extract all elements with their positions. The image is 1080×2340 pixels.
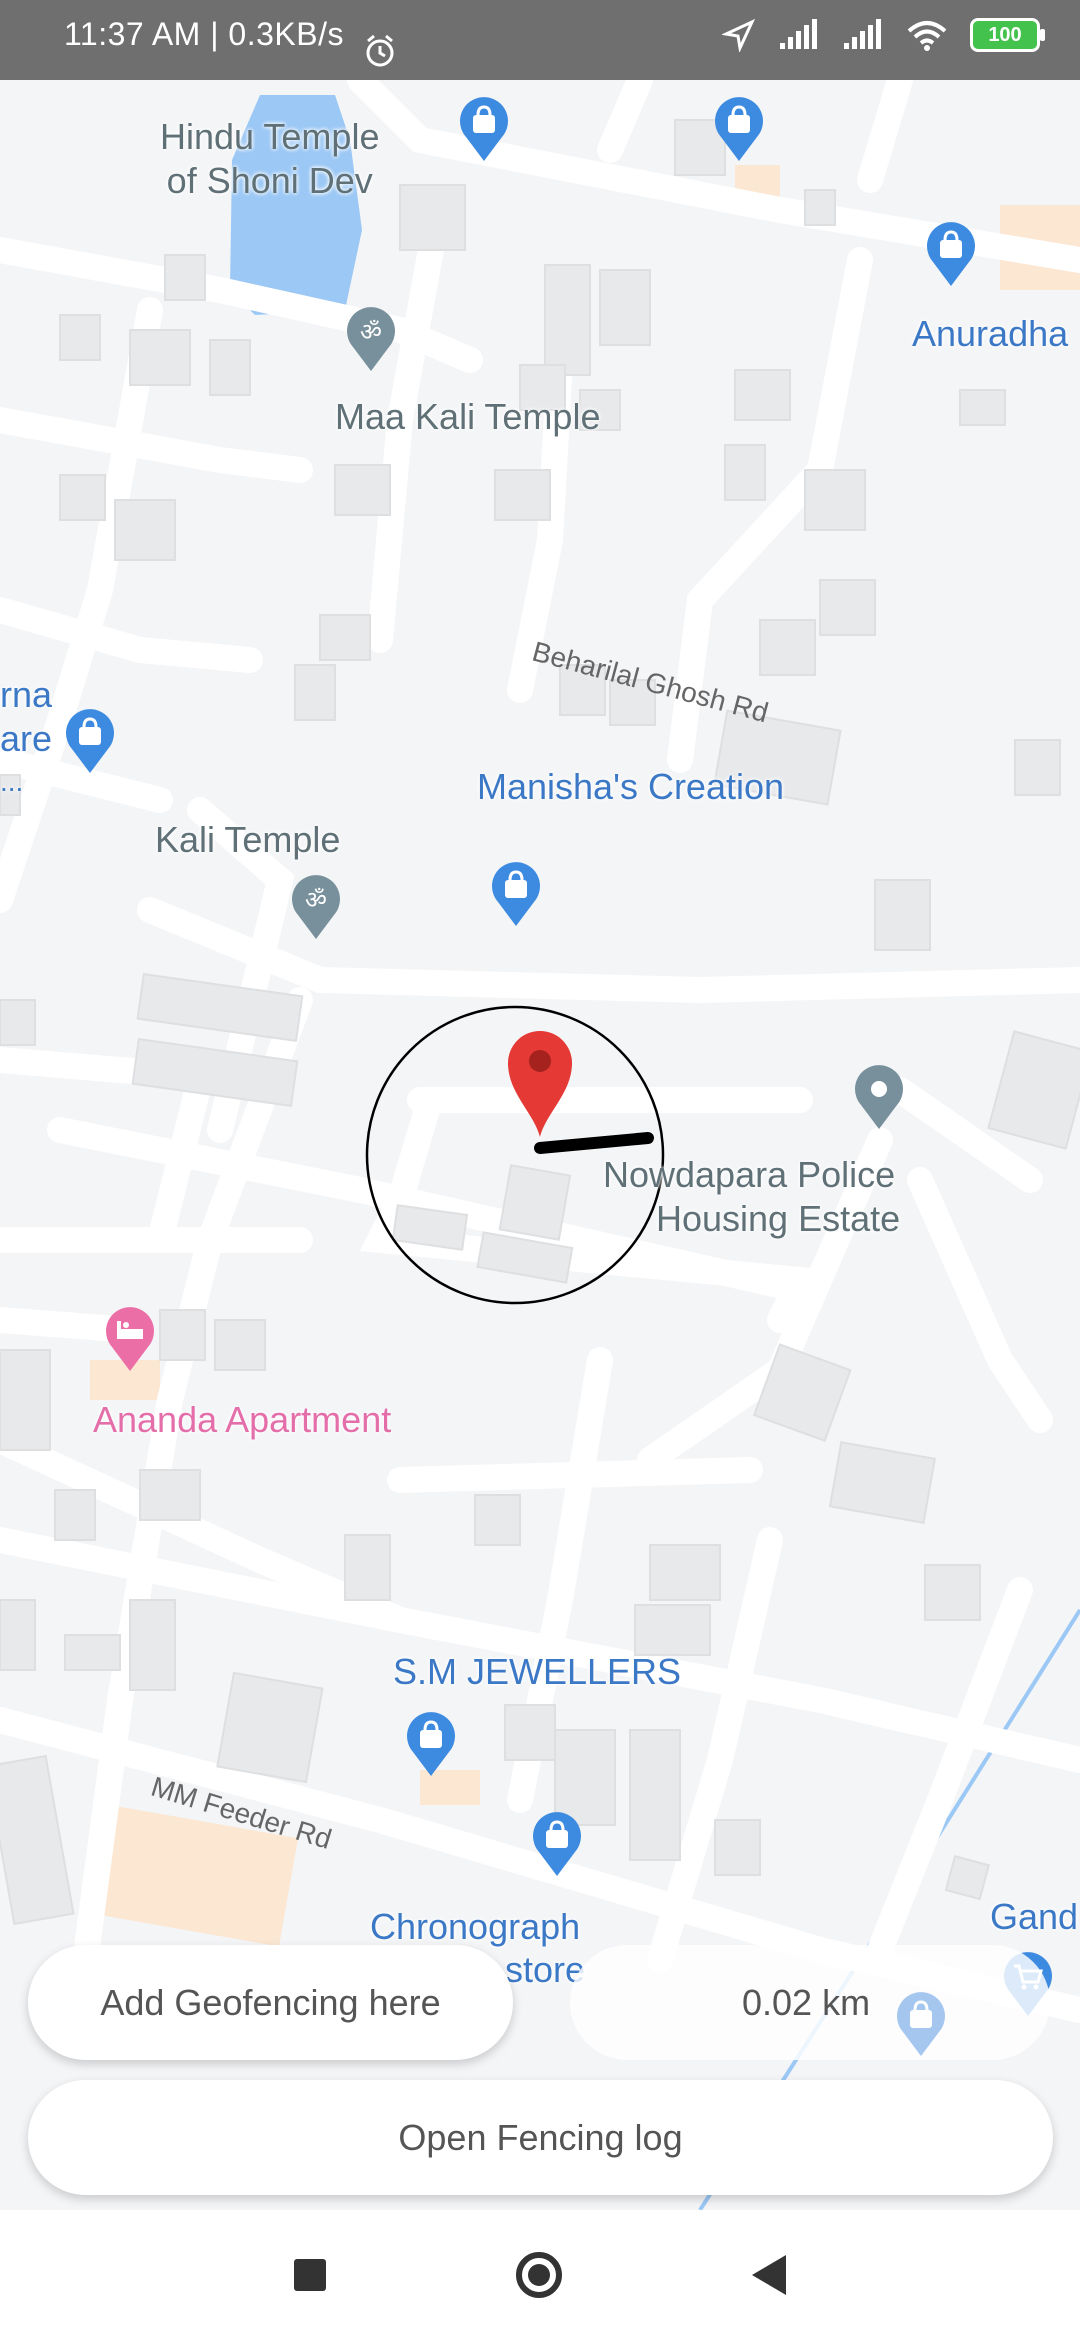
shopping-bag-icon[interactable]	[458, 95, 510, 163]
temple-icon[interactable]: ॐ	[290, 873, 342, 941]
place-label-rna-2: are	[0, 718, 53, 759]
place-label-ananda: Ananda Apartment	[93, 1399, 392, 1440]
place-label-chronograph-1: Chronograph	[370, 1906, 581, 1947]
add-geofencing-label: Add Geofencing here	[100, 1981, 441, 2023]
place-label-rna-3: ...	[0, 766, 24, 797]
place-label-manisha: Manisha's Creation	[477, 766, 785, 807]
shopping-bag-icon[interactable]	[490, 860, 542, 928]
wifi-icon	[907, 21, 947, 51]
status-time: 11:37 AM | 0.3KB/s	[64, 16, 344, 52]
shopping-bag-icon	[897, 1992, 945, 2056]
distance-display: 0.02 km	[570, 1945, 1050, 2060]
map-pin-icon[interactable]	[853, 1063, 905, 1131]
place-label-nowdapara-2: Housing Estate	[656, 1198, 901, 1239]
place-label-kali-temple: Kali Temple	[155, 819, 341, 860]
hotel-icon[interactable]	[104, 1305, 156, 1373]
place-label-maa-kali: Maa Kali Temple	[335, 396, 601, 437]
shopping-bag-icon[interactable]	[531, 1810, 583, 1878]
shopping-bag-icon[interactable]	[713, 95, 765, 163]
svg-text:ॐ: ॐ	[360, 318, 382, 346]
status-bar: 11:37 AM | 0.3KB/s 100	[0, 0, 1080, 80]
shopping-bag-icon[interactable]	[925, 220, 977, 288]
open-fencing-log-label: Open Fencing log	[398, 2116, 683, 2158]
map-view[interactable]: Hindu Temple of Shoni Dev Maa Kali Templ…	[0, 80, 1080, 2210]
alarm-icon	[366, 34, 394, 67]
signal-icon	[780, 19, 817, 49]
distance-value: 0.02 km	[742, 1981, 871, 2023]
place-label-sm-jewellers: S.M JEWELLERS	[393, 1651, 682, 1692]
shopping-bag-icon[interactable]	[405, 1710, 457, 1778]
home-icon[interactable]	[516, 2252, 562, 2298]
location-marker-icon[interactable]	[504, 1027, 576, 1139]
recents-icon[interactable]	[294, 2259, 326, 2291]
place-label-hindu-temple: Hindu Temple of Shoni Dev	[160, 116, 380, 201]
svg-text:ॐ: ॐ	[305, 886, 327, 914]
back-icon[interactable]	[752, 2255, 786, 2295]
place-label-gand: Gand	[990, 1896, 1079, 1937]
signal-icon	[844, 19, 881, 49]
add-geofencing-button[interactable]: Add Geofencing here	[28, 1945, 513, 2060]
place-label-rna-1: rna	[0, 674, 53, 715]
battery-icon: 100	[970, 18, 1045, 52]
open-fencing-log-button[interactable]: Open Fencing log	[28, 2080, 1053, 2195]
location-arrow-icon	[722, 18, 756, 52]
navigation-bar	[0, 2210, 1080, 2340]
place-label-nowdapara-1: Nowdapara Police	[603, 1154, 896, 1195]
place-label-anuradha: Anuradha	[912, 313, 1069, 354]
status-icons: 100	[722, 18, 1045, 52]
shopping-bag-icon[interactable]	[64, 707, 116, 775]
temple-icon[interactable]: ॐ	[345, 305, 397, 373]
